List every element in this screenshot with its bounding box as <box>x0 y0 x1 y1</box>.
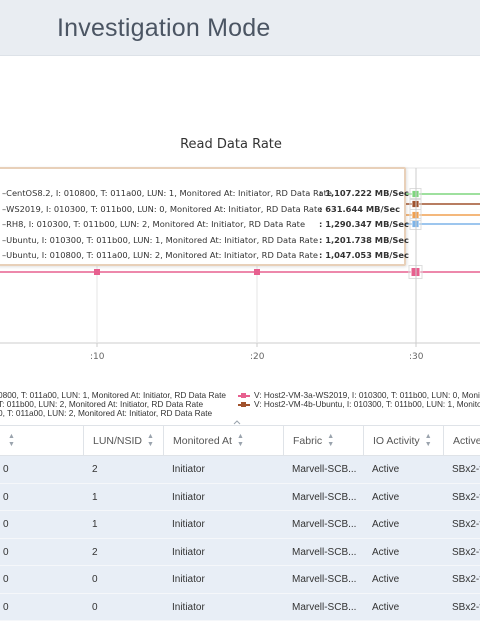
tooltip-series-value: : 1,201.738 MB/Sec <box>319 235 409 245</box>
legend-item[interactable]: 0, T: 011a00, LUN: 2, Monitored At: Init… <box>0 408 212 418</box>
cell-monitored-at: Initiator <box>172 519 205 530</box>
legend-item[interactable]: V: Host2-VM-4b-Ubuntu, I: 010300, T: 011… <box>238 399 480 409</box>
tooltip-series-value: : 631.644 MB/Sec <box>319 204 401 214</box>
table-row[interactable]: 0 2 Initiator Marvell-SCB... Active SBx2-t <box>0 456 480 484</box>
tooltip-series-value: : 1,047.053 MB/Sec <box>319 250 409 260</box>
cell-fabric: Marvell-SCB... <box>292 546 357 558</box>
series-point <box>94 269 100 275</box>
page-header: Investigation Mode <box>0 0 480 56</box>
cell-monitored-at: Initiator <box>172 491 205 503</box>
cell-id: 0 <box>3 546 9 558</box>
chart-legend: 0800, T: 011a00, LUN: 1, Monitored At: I… <box>0 389 480 419</box>
legend-marker-icon <box>238 401 250 407</box>
cell-io-activity: Active <box>372 601 400 613</box>
column-header[interactable]: ▲ ▼ <box>0 426 84 457</box>
cell-io-activity: Active <box>372 546 400 558</box>
sort-icon: ▲ ▼ <box>147 433 154 449</box>
column-header-label: Fabric <box>293 435 323 447</box>
tooltip-series-label: –RH8, I: 010300, T: 011b00, LUN: 2, Moni… <box>2 219 306 229</box>
cell-lun: 1 <box>92 519 98 530</box>
tooltip-series-label: –CentOS8.2, I: 010800, T: 011a00, LUN: 1… <box>2 188 332 198</box>
cell-io-activity: Active <box>372 464 400 475</box>
cell-id: 0 <box>3 574 9 585</box>
cell-monitored-at: Initiator <box>172 464 205 475</box>
cell-lun: 0 <box>92 574 98 585</box>
column-header-lun[interactable]: LUN/NSID ▲ ▼ <box>83 426 163 457</box>
cell-active: SBx2-t <box>452 574 480 585</box>
table-row[interactable]: 0 1 Initiator Marvell-SCB... Active SBx2-t <box>0 511 480 539</box>
cell-active: SBx2-t <box>452 601 480 613</box>
legend-item-label: 0, T: 011a00, LUN: 2, Monitored At: Init… <box>0 408 213 418</box>
legend-item-label: V: Host2-VM-4b-Ubuntu, I: 010300, T: 011… <box>254 399 480 409</box>
cell-fabric: Marvell-SCB... <box>292 491 357 503</box>
cell-io-activity: Active <box>372 519 400 530</box>
tooltip-series-label: –Ubuntu, I: 010300, T: 011b00, LUN: 1, M… <box>2 235 319 245</box>
column-header-monitored-at[interactable]: Monitored At ▲ ▼ <box>163 426 283 457</box>
sort-icon: ▲ ▼ <box>236 433 244 449</box>
tooltip-series-label: –WS2019, I: 010300, T: 011b00, LUN: 0, M… <box>2 204 323 214</box>
cell-monitored-at: Initiator <box>172 574 205 585</box>
sort-icon: ▲ ▼ <box>8 433 15 449</box>
column-header-label: LUN/NSID <box>93 435 143 447</box>
cell-fabric: Marvell-SCB... <box>292 574 357 585</box>
cell-io-activity: Active <box>372 574 400 585</box>
cell-active: SBx2-t <box>452 546 480 558</box>
tooltip-series-label: –Ubuntu, I: 010800, T: 011a00, LUN: 2, M… <box>2 250 318 260</box>
x-tick-label: :20 <box>250 352 265 362</box>
cell-fabric: Marvell-SCB... <box>292 601 357 613</box>
sort-icon: ▲ ▼ <box>424 433 432 449</box>
cell-monitored-at: Initiator <box>172 546 205 558</box>
cell-id: 0 <box>3 601 9 613</box>
cell-id: 0 <box>3 519 9 530</box>
table-row[interactable]: 0 1 Initiator Marvell-SCB... Active SBx2-t <box>0 483 480 511</box>
cell-lun: 0 <box>92 601 98 613</box>
column-header-label: Active <box>453 435 480 447</box>
table-header: ▲ ▼ LUN/NSID ▲ ▼ Monitored At ▲ ▼ Fabric ▲ ▼ IO… <box>0 425 480 457</box>
tooltip-series-value: : 1,107.222 MB/Sec <box>319 188 409 198</box>
sort-icon: ▲ ▼ <box>327 433 335 449</box>
tooltip-series-value: : 1,290.347 MB/Sec <box>319 219 409 229</box>
column-header-active[interactable]: Active <box>443 426 480 457</box>
table-row[interactable]: 0 0 Initiator Marvell-SCB... Active SBx2-t <box>0 593 480 621</box>
column-header-label: Monitored At <box>173 435 232 447</box>
cell-id: 0 <box>3 464 9 475</box>
cell-active: SBx2-t <box>452 464 480 475</box>
column-header-label: IO Activity <box>373 435 420 447</box>
cell-id: 0 <box>3 491 9 503</box>
cell-lun: 2 <box>92 546 98 558</box>
column-header-io-activity[interactable]: IO Activity ▲ ▼ <box>363 426 443 457</box>
cell-monitored-at: Initiator <box>172 601 205 613</box>
column-header-fabric[interactable]: Fabric ▲ ▼ <box>283 426 363 457</box>
table-row[interactable]: 0 0 Initiator Marvell-SCB... Active SBx2-t <box>0 566 480 594</box>
x-tick-label: :30 <box>409 352 424 362</box>
x-tick-label: :10 <box>90 352 105 362</box>
cell-active: SBx2-t <box>452 491 480 503</box>
cell-fabric: Marvell-SCB... <box>292 519 357 530</box>
cell-lun: 1 <box>92 491 98 503</box>
page-title: Investigation Mode <box>57 14 271 42</box>
cell-io-activity: Active <box>372 491 400 503</box>
legend-marker-icon <box>238 392 250 398</box>
table-row[interactable]: 0 2 Initiator Marvell-SCB... Active SBx2-t <box>0 538 480 566</box>
chart-tooltip: –CentOS8.2, I: 010800, T: 011a00, LUN: 1… <box>0 167 409 266</box>
cell-lun: 2 <box>92 464 98 475</box>
series-point <box>254 269 260 275</box>
cell-active: SBx2-t <box>452 519 480 530</box>
cell-fabric: Marvell-SCB... <box>292 464 357 475</box>
devices-table: ▲ ▼ LUN/NSID ▲ ▼ Monitored At ▲ ▼ Fabric ▲ ▼ IO… <box>0 425 480 622</box>
